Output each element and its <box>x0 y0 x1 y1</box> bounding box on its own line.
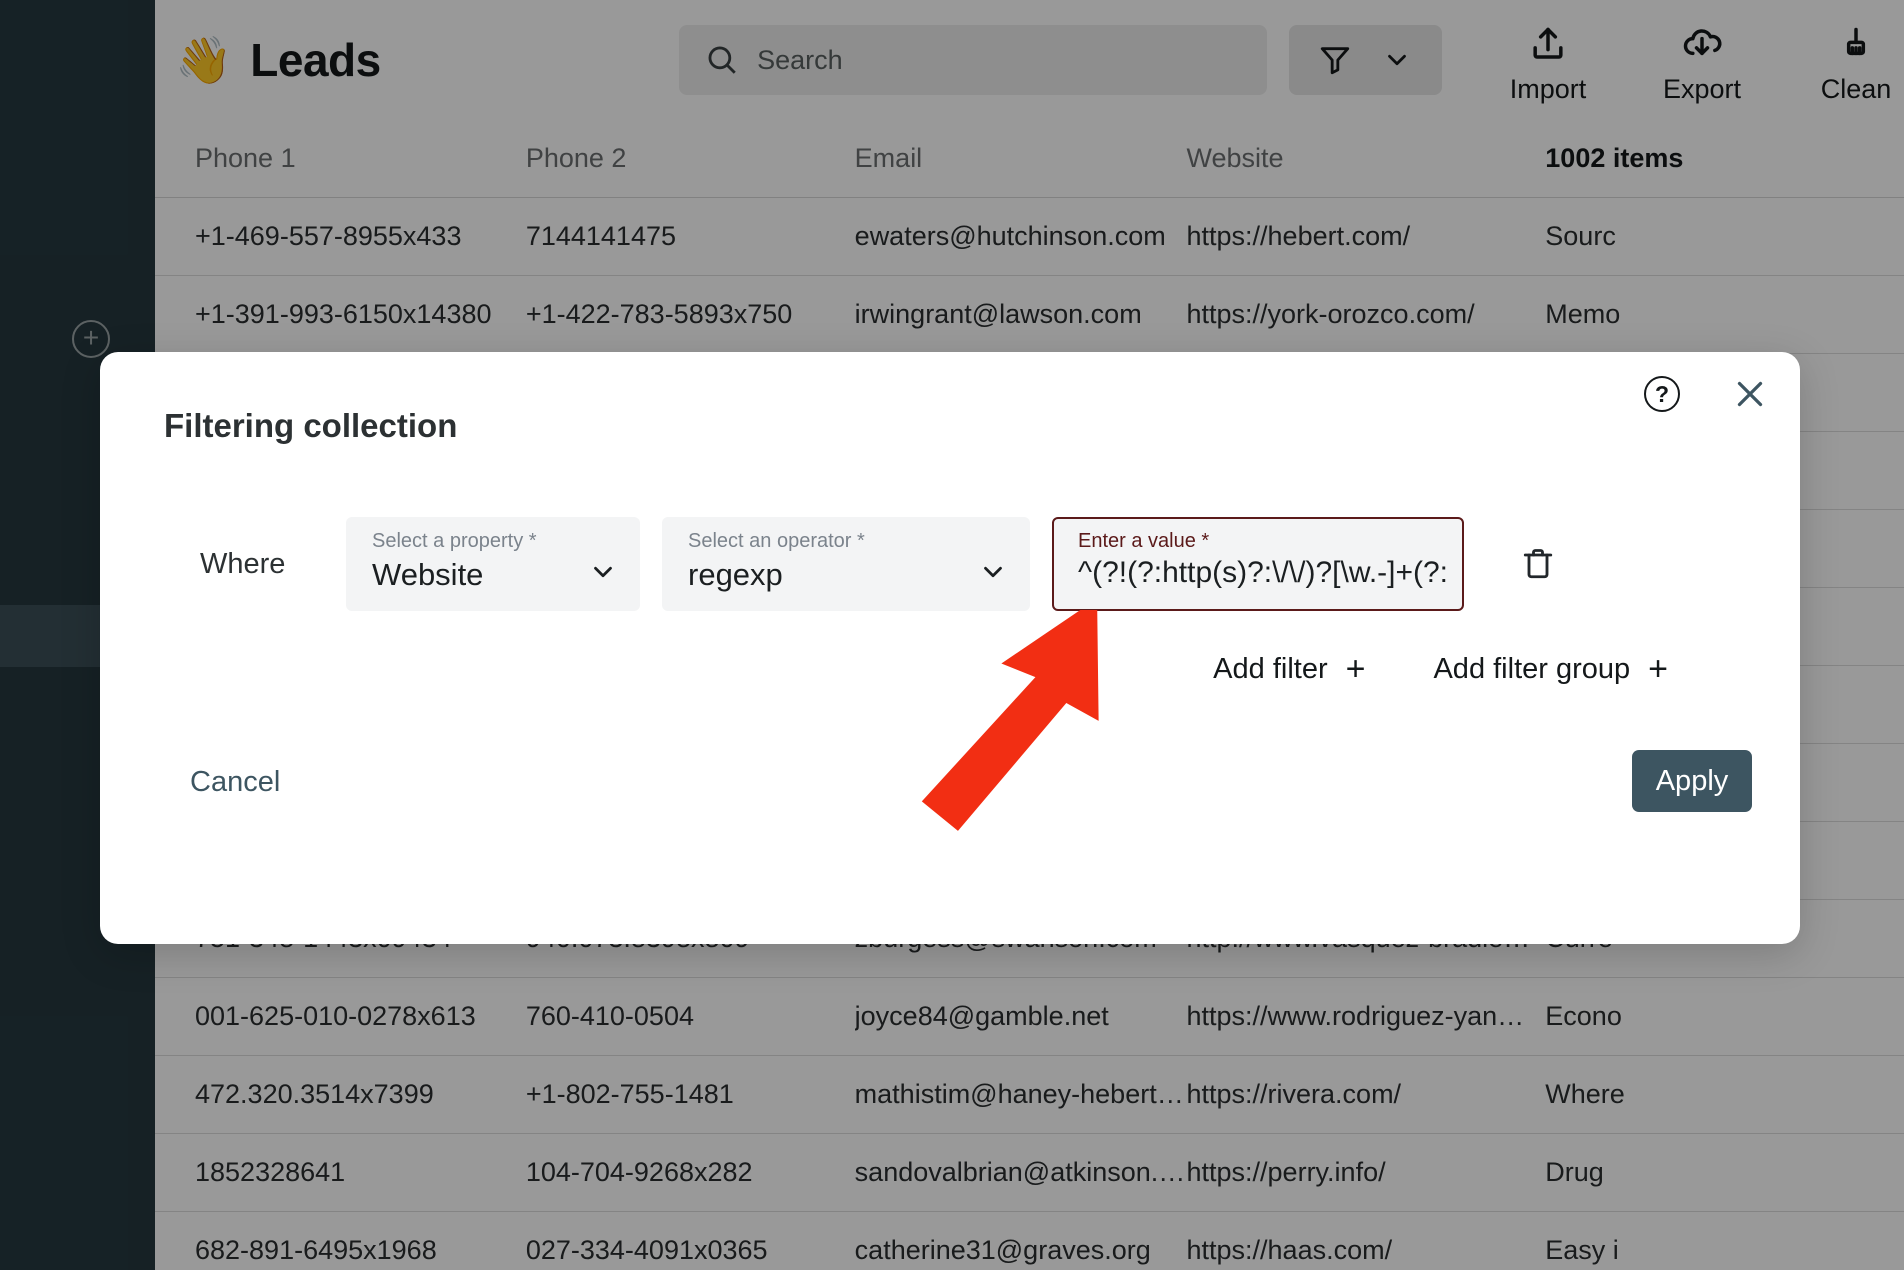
plus-circle-icon: + <box>83 324 99 352</box>
dialog-title: Filtering collection <box>164 407 457 445</box>
table-cell-website[interactable]: https://haas.com/ <box>1187 1235 1546 1266</box>
delete-filter-button[interactable] <box>1514 540 1562 588</box>
operator-select-value: regexp <box>688 557 1008 593</box>
clean-label: Clean <box>1821 74 1892 105</box>
search-placeholder: Search <box>757 45 843 76</box>
plus-icon: + <box>1648 652 1668 686</box>
search-icon <box>705 43 739 77</box>
table-cell-phone1[interactable]: 1852328641 <box>195 1157 526 1188</box>
where-label: Where <box>164 548 324 581</box>
table-cell-extra[interactable]: Econo <box>1545 1001 1904 1032</box>
column-header-phone1[interactable]: Phone 1 <box>195 143 526 174</box>
import-button[interactable]: Import <box>1500 24 1596 105</box>
table-row[interactable]: +1-469-557-8955x4337144141475ewaters@hut… <box>155 198 1904 276</box>
table-cell-email[interactable]: catherine31@graves.org <box>855 1235 1187 1266</box>
export-label: Export <box>1663 74 1741 105</box>
toolbar-actions: Import Export <box>1500 16 1904 105</box>
add-filter-actions: Add filter + Add filter group + <box>1213 652 1668 686</box>
table-row[interactable]: 001-625-010-0278x613760-410-0504joyce84@… <box>155 978 1904 1056</box>
table-cell-phone1[interactable]: +1-391-993-6150x14380 <box>195 299 526 330</box>
table-cell-email[interactable]: ewaters@hutchinson.com <box>855 221 1187 252</box>
property-select[interactable]: Select a property * Website <box>346 517 640 611</box>
add-collection-button[interactable]: + <box>72 320 110 358</box>
table-cell-website[interactable]: https://perry.info/ <box>1187 1157 1546 1188</box>
table-cell-phone1[interactable]: +1-469-557-8955x433 <box>195 221 526 252</box>
property-select-value: Website <box>372 557 618 593</box>
property-select-label: Select a property * <box>372 530 618 553</box>
table-cell-phone2[interactable]: 7144141475 <box>526 221 855 252</box>
table-cell-phone1[interactable]: 682-891-6495x1968 <box>195 1235 526 1266</box>
export-button[interactable]: Export <box>1654 24 1750 105</box>
column-header-website[interactable]: Website <box>1187 143 1546 174</box>
search-input[interactable]: Search <box>679 25 1267 95</box>
app-root: + 👋 Leads Search <box>0 0 1904 1270</box>
add-filter-group-button[interactable]: Add filter group + <box>1433 652 1668 686</box>
table-row[interactable]: +1-391-993-6150x14380+1-422-783-5893x750… <box>155 276 1904 354</box>
table-row[interactable]: 1852328641104-704-9268x282sandovalbrian@… <box>155 1134 1904 1212</box>
table-cell-website[interactable]: https://rivera.com/ <box>1187 1079 1546 1110</box>
add-filter-button[interactable]: Add filter + <box>1213 652 1365 686</box>
table-cell-phone2[interactable]: +1-802-755-1481 <box>526 1079 855 1110</box>
table-cell-extra[interactable]: Sourc <box>1545 221 1904 252</box>
item-count: 1002 items <box>1545 143 1904 174</box>
table-cell-email[interactable]: irwingrant@lawson.com <box>855 299 1187 330</box>
value-input-value: ^(?!(?:http(s)?:\/\/)?[\w.-]+(?:\. <box>1078 556 1446 590</box>
dialog-header-icons: ? <box>1644 376 1768 412</box>
table-cell-phone1[interactable]: 472.320.3514x7399 <box>195 1079 526 1110</box>
top-toolbar: 👋 Leads Search <box>155 0 1904 120</box>
value-input-label: Enter a value * <box>1078 530 1446 553</box>
table-cell-website[interactable]: https://www.rodriguez-yang... <box>1187 1001 1546 1032</box>
filter-button[interactable] <box>1289 25 1442 95</box>
operator-select-label: Select an operator * <box>688 530 1008 553</box>
table-cell-extra[interactable]: Where <box>1545 1079 1904 1110</box>
operator-select[interactable]: Select an operator * regexp <box>662 517 1030 611</box>
column-header-phone2[interactable]: Phone 2 <box>526 143 855 174</box>
upload-icon <box>1526 24 1570 68</box>
chevron-down-icon <box>588 557 618 587</box>
column-header-email[interactable]: Email <box>855 143 1187 174</box>
table-cell-email[interactable]: joyce84@gamble.net <box>855 1001 1187 1032</box>
table-cell-extra[interactable]: Easy i <box>1545 1235 1904 1266</box>
add-filter-label: Add filter <box>1213 653 1327 686</box>
plus-icon: + <box>1346 652 1366 686</box>
table-cell-website[interactable]: https://york-orozco.com/ <box>1187 299 1546 330</box>
wave-emoji-icon: 👋 <box>175 37 232 83</box>
table-cell-extra[interactable]: Drug <box>1545 1157 1904 1188</box>
table-cell-phone2[interactable]: 027-334-4091x0365 <box>526 1235 855 1266</box>
help-icon[interactable]: ? <box>1644 376 1680 412</box>
add-filter-group-label: Add filter group <box>1433 653 1630 686</box>
table-row[interactable]: 472.320.3514x7399+1-802-755-1481mathisti… <box>155 1056 1904 1134</box>
table-cell-phone2[interactable]: 760-410-0504 <box>526 1001 855 1032</box>
filter-condition-row: Where Select a property * Website Select… <box>164 517 1562 611</box>
table-row[interactable]: 682-891-6495x1968027-334-4091x0365cather… <box>155 1212 1904 1270</box>
table-cell-phone2[interactable]: 104-704-9268x282 <box>526 1157 855 1188</box>
import-label: Import <box>1510 74 1587 105</box>
page-header: 👋 Leads <box>175 33 667 87</box>
chevron-down-icon <box>978 557 1008 587</box>
cloud-download-icon <box>1680 24 1724 68</box>
clean-button[interactable]: Clean <box>1808 24 1904 105</box>
table-cell-extra[interactable]: Memo <box>1545 299 1904 330</box>
table-cell-website[interactable]: https://hebert.com/ <box>1187 221 1546 252</box>
close-icon[interactable] <box>1732 376 1768 412</box>
broom-icon <box>1834 24 1878 68</box>
apply-button[interactable]: Apply <box>1632 750 1752 812</box>
table-cell-email[interactable]: mathistim@haney-hebert.c... <box>855 1079 1187 1110</box>
table-cell-phone2[interactable]: +1-422-783-5893x750 <box>526 299 855 330</box>
table-cell-phone1[interactable]: 001-625-010-0278x613 <box>195 1001 526 1032</box>
filtering-collection-dialog: ? Filtering collection Where Select a pr… <box>100 352 1800 944</box>
trash-icon <box>1520 546 1556 582</box>
value-input[interactable]: Enter a value * ^(?!(?:http(s)?:\/\/)?[\… <box>1052 517 1464 611</box>
table-cell-email[interactable]: sandovalbrian@atkinson.org <box>855 1157 1187 1188</box>
funnel-icon <box>1318 43 1352 77</box>
cancel-button[interactable]: Cancel <box>190 766 280 799</box>
chevron-down-icon <box>1382 45 1412 75</box>
page-title: Leads <box>250 33 380 87</box>
table-header-row: Phone 1 Phone 2 Email Website 1002 items <box>155 120 1904 198</box>
